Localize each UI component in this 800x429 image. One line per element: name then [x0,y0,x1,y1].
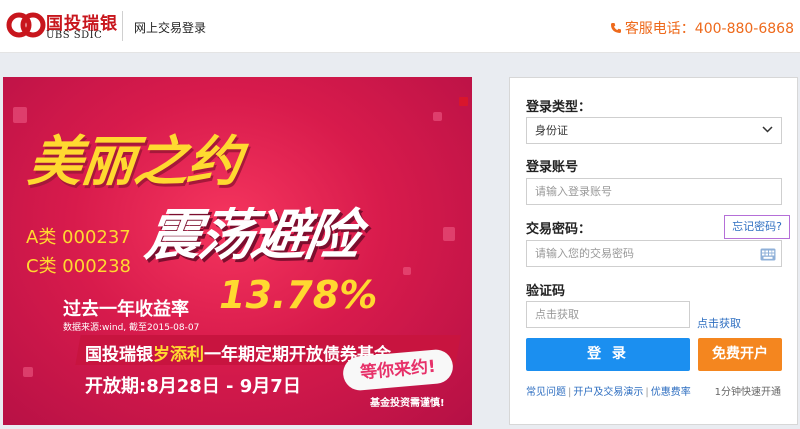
header-divider [122,11,123,41]
header: 国投瑞银 UBS SDIC 网上交易登录 客服电话：400-880-6868 [0,0,800,53]
keyboard-icon[interactable] [760,247,776,261]
hotline: 客服电话：400-880-6868 [610,18,794,38]
banner-dot [459,97,468,106]
captcha-label: 验证码 [526,284,566,299]
fund-name-prefix: 国投瑞银 [85,345,153,365]
login-type-select[interactable]: 身份证 [526,117,782,144]
demo-link[interactable]: 开户及交易演示 [573,387,643,398]
decor-shape [403,267,411,275]
chevron-down-icon [762,126,773,133]
logo-subtext: UBS SDIC [46,30,103,41]
logo-icon [6,12,46,38]
login-type-value: 身份证 [535,124,568,137]
quick-open-text: 1分钟快速开通 [714,387,781,398]
account-label: 登录账号 [526,160,579,175]
phone-icon [610,23,621,33]
login-panel: 登录类型： 身份证 登录账号 请输入登录账号 交易密码： 忘记密码? 请输入您的… [509,77,798,425]
login-type-label: 登录类型： [526,100,592,115]
banner-headline: 美丽之约 [25,130,244,193]
decor-shape [23,367,33,377]
link-separator: | [645,387,649,398]
decor-shape [13,107,27,123]
link-separator: | [568,387,572,398]
password-input[interactable]: 请输入您的交易密码 [526,240,782,267]
help-links: 常见问题 | 开户及交易演示 | 优惠费率 [526,383,691,398]
password-label: 交易密码： [526,222,592,237]
get-captcha-link[interactable]: 点击获取 [697,315,741,331]
captcha-placeholder: 点击获取 [535,308,579,321]
return-value: 13.78% [219,273,378,317]
promo-banner[interactable]: 美丽之约 震荡避险 A类 000237 C类 000238 过去一年收益率 13… [3,77,472,425]
open-period: 开放期:8月28日 - 9月7日 [85,376,301,397]
hotline-text: 客服电话：400-880-6868 [624,21,794,37]
decor-shape [443,227,455,241]
account-input[interactable]: 请输入登录账号 [526,178,782,205]
open-account-button[interactable]: 免费开户 [698,338,782,371]
faq-link[interactable]: 常见问题 [526,387,566,398]
banner-subheadline: 震荡避险 [141,203,363,267]
fund-name-highlight: 岁添利 [153,345,204,365]
return-label: 过去一年收益率 [63,299,189,320]
password-placeholder: 请输入您的交易密码 [535,247,634,260]
decor-shape [433,112,442,121]
captcha-input[interactable]: 点击获取 [526,301,690,328]
rates-link[interactable]: 优惠费率 [651,387,691,398]
fund-name: 国投瑞银岁添利一年期定期开放债券基金 [85,340,391,365]
fund-code-c: C类 000238 [26,256,132,277]
account-placeholder: 请输入登录账号 [535,185,612,198]
page-title: 网上交易登录 [134,21,207,35]
fund-code-a: A类 000237 [26,227,131,248]
forgot-password-link[interactable]: 忘记密码? [724,215,790,239]
login-button[interactable]: 登 录 [526,338,690,371]
risk-warning: 基金投资需谨慎! [370,398,445,409]
data-source: 数据来源:wind, 截至2015-08-07 [63,323,200,333]
